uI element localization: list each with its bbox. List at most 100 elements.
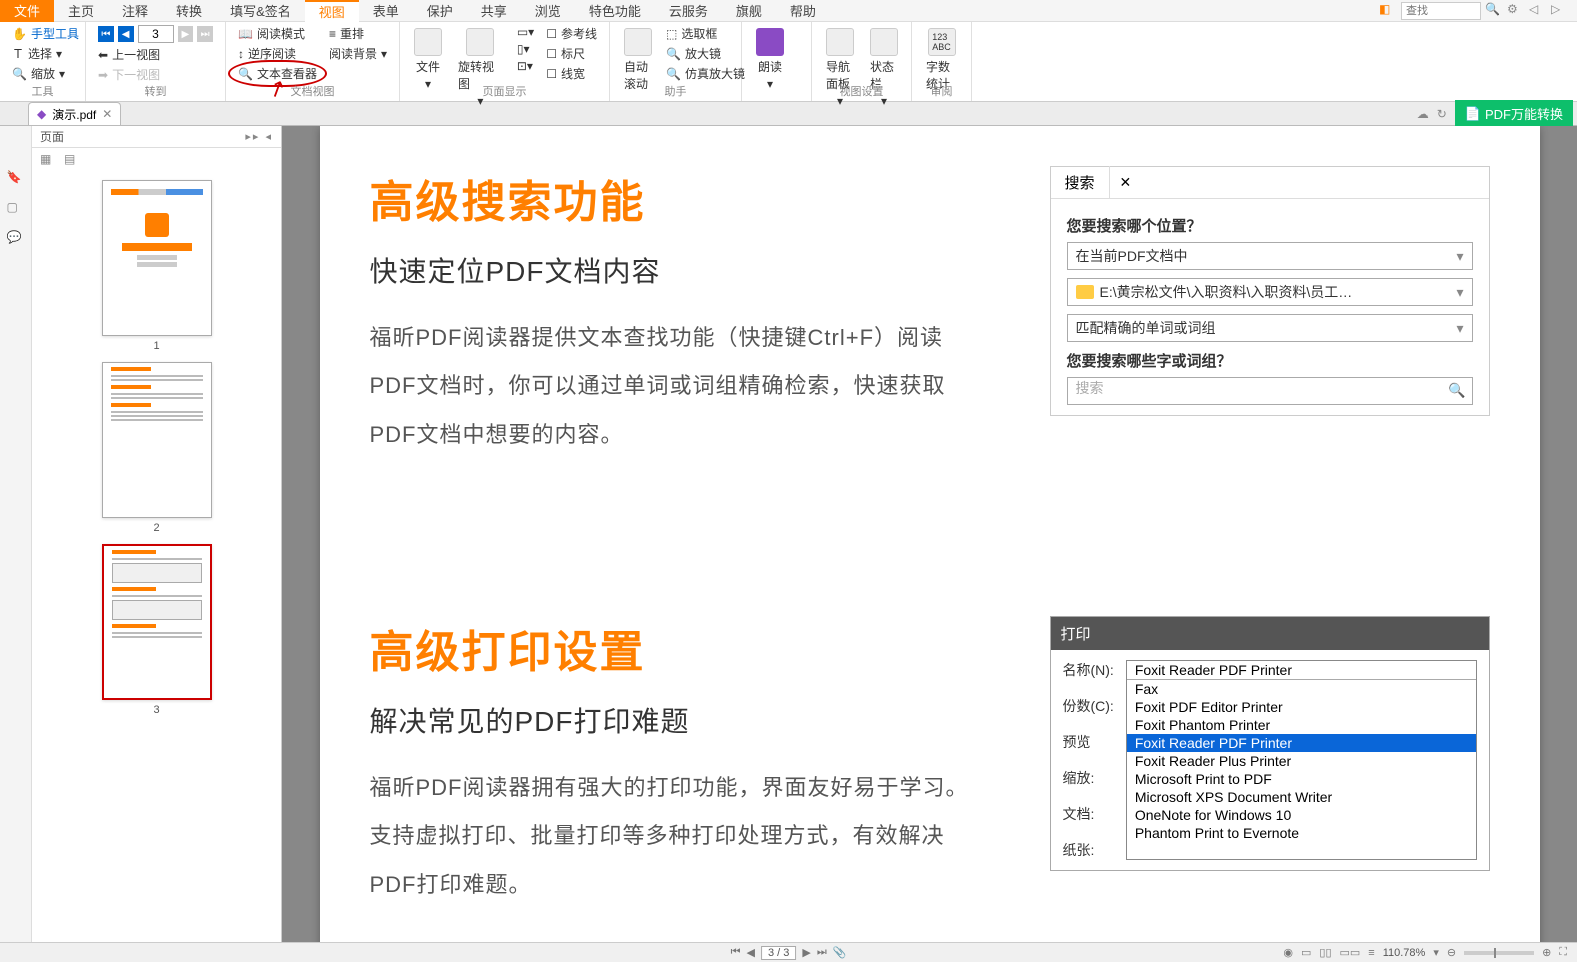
- thumbnail-2[interactable]: 2: [102, 362, 212, 534]
- ribbon-group-pagedisplay: 页面显示: [400, 83, 609, 99]
- sync-icon[interactable]: ↻: [1437, 107, 1447, 121]
- magnifier-button[interactable]: 🔍 放大镜: [662, 44, 749, 63]
- printer-option: Phantom Print to Evernote: [1127, 824, 1476, 842]
- sb-zoom-in[interactable]: ⊕: [1542, 946, 1551, 959]
- foxit-logo-icon: ◆: [37, 107, 46, 121]
- sb-last-page[interactable]: ⏭: [817, 946, 827, 959]
- thumb-tool-1[interactable]: ▦: [40, 152, 54, 166]
- folder-icon: [1076, 285, 1094, 299]
- sb-prev-page[interactable]: ◀: [746, 946, 754, 959]
- sb-first-page[interactable]: ⏮: [731, 946, 741, 959]
- cloud-icon[interactable]: ☁: [1417, 107, 1429, 121]
- sb-fullscreen[interactable]: ⛶: [1559, 946, 1567, 959]
- menu-tab-features[interactable]: 特色功能: [575, 0, 655, 22]
- sb-page-counter[interactable]: 3 / 3: [761, 946, 796, 960]
- first-page-button[interactable]: ⏮: [98, 26, 114, 42]
- last-page-button[interactable]: ⏭: [197, 26, 213, 42]
- workspace: 🔖 ▢ 💬 页面 ▸▸ ◂ ▦ ▤ 1 2 3: [0, 126, 1577, 942]
- menu-tab-browse[interactable]: 浏览: [521, 0, 575, 22]
- bookmark-icon[interactable]: ◧: [1379, 2, 1397, 20]
- sb-view-mode-1[interactable]: ◉: [1283, 946, 1293, 959]
- search-go-icon: 🔍: [1448, 382, 1465, 399]
- reverse-reading-button[interactable]: ↕ 逆序阅读: [234, 44, 321, 63]
- reading-mode-button[interactable]: 📖 阅读模式: [234, 24, 321, 43]
- sb-view-mode-2[interactable]: ▭: [1301, 946, 1311, 959]
- linewidth-label: 线宽: [561, 65, 585, 82]
- document-tab[interactable]: ◆ 演示.pdf ✕: [28, 102, 121, 125]
- close-tab-button[interactable]: ✕: [102, 107, 112, 121]
- next-view-button[interactable]: ➡ 下一视图: [94, 65, 217, 84]
- thumbnail-3[interactable]: 3: [102, 544, 212, 716]
- global-search-input[interactable]: [1401, 2, 1481, 20]
- caret-right-icon[interactable]: ▷: [1551, 2, 1569, 20]
- thumbnail-1[interactable]: 1: [102, 180, 212, 352]
- reading-bg-label: 阅读背景: [329, 45, 377, 62]
- select-button[interactable]: Ｔ 选择 ▾: [8, 44, 83, 63]
- menu-tab-help[interactable]: 帮助: [776, 0, 830, 22]
- zoom-button[interactable]: 🔍 缩放 ▾: [8, 64, 83, 83]
- menu-tab-fillsign[interactable]: 填写&签名: [216, 0, 305, 22]
- ribbon: ✋ 手型工具 Ｔ 选择 ▾ 🔍 缩放 ▾ 工具 ⏮ ◀ ▶ ⏭ ⬅ 上一视图 ➡…: [0, 22, 1577, 102]
- pages-panel-icon[interactable]: ▢: [7, 200, 25, 218]
- hand-tool-button[interactable]: ✋ 手型工具: [8, 24, 83, 43]
- reverse-reading-label: 逆序阅读: [248, 45, 296, 62]
- panel-controls[interactable]: ▸▸ ◂: [245, 130, 273, 143]
- print-label-zoom: 缩放:: [1063, 768, 1114, 788]
- printer-option: Foxit Phantom Printer: [1127, 716, 1476, 734]
- layout-continuous-button[interactable]: ▯▾: [513, 41, 538, 57]
- sb-view-mode-3[interactable]: ▯▯: [1319, 946, 1331, 959]
- gear-icon[interactable]: ⚙: [1507, 2, 1525, 20]
- guides-checkbox[interactable]: ☐ 参考线: [542, 24, 601, 43]
- pdf-convert-button[interactable]: 📄 PDF万能转换: [1455, 100, 1573, 127]
- menu-file[interactable]: 文件: [0, 0, 54, 22]
- menu-tab-home[interactable]: 主页: [54, 0, 108, 22]
- reading-bg-button[interactable]: 阅读背景 ▾: [325, 44, 391, 63]
- file-icon: [414, 28, 442, 56]
- print-label-preview: 预览: [1063, 732, 1114, 752]
- sb-zoom-slider[interactable]: [1464, 951, 1534, 955]
- sb-attachment-icon[interactable]: 📎: [833, 946, 847, 959]
- printer-list: Foxit Reader PDF Printer Fax Foxit PDF E…: [1126, 660, 1477, 860]
- prev-view-button[interactable]: ⬅ 上一视图: [94, 45, 217, 64]
- menu-tab-view[interactable]: 视图: [305, 0, 359, 22]
- hand-tool-label: 手型工具: [31, 25, 79, 42]
- loupe-button[interactable]: 🔍 仿真放大镜: [662, 64, 749, 83]
- menu-tab-convert[interactable]: 转换: [162, 0, 216, 22]
- menu-tab-cloud[interactable]: 云服务: [655, 0, 722, 22]
- printer-option: Foxit Reader Plus Printer: [1127, 752, 1476, 770]
- sb-zoom-out[interactable]: ⊖: [1447, 946, 1456, 959]
- sb-next-page[interactable]: ▶: [802, 946, 810, 959]
- bookmark-panel-icon[interactable]: 🔖: [7, 170, 25, 188]
- menu-tab-flagship[interactable]: 旗舰: [722, 0, 776, 22]
- print-label-paper: 纸张:: [1063, 840, 1114, 860]
- prev-page-button[interactable]: ◀: [118, 26, 134, 42]
- read-aloud-button[interactable]: 朗读▾: [750, 24, 790, 99]
- marquee-button[interactable]: ⬚ 选取框: [662, 24, 749, 43]
- layout-single-button[interactable]: ▭▾: [513, 24, 538, 40]
- menu-tab-comment[interactable]: 注释: [108, 0, 162, 22]
- linewidth-checkbox[interactable]: ☐ 线宽: [542, 64, 601, 83]
- sb-zoom-dropdown[interactable]: ▾: [1433, 946, 1439, 959]
- thumbnail-list[interactable]: 1 2 3: [32, 170, 281, 942]
- menu-tab-share[interactable]: 共享: [467, 0, 521, 22]
- sb-view-mode-4[interactable]: ▭▭: [1340, 946, 1361, 959]
- document-viewport[interactable]: 高级搜索功能 快速定位PDF文档内容 福昕PDF阅读器提供文本查找功能（快捷键C…: [282, 126, 1577, 942]
- status-bar: ⏮ ◀ 3 / 3 ▶ ⏭ 📎 ◉ ▭ ▯▯ ▭▭ ≡ 110.78% ▾ ⊖ …: [0, 942, 1577, 962]
- select-label: 选择: [28, 45, 52, 62]
- comments-panel-icon[interactable]: 💬: [7, 230, 25, 248]
- layout-fit-button[interactable]: ⊡▾: [513, 58, 538, 74]
- next-page-button[interactable]: ▶: [178, 26, 194, 42]
- search-location-select: 在当前PDF文档中: [1067, 242, 1473, 270]
- embedded-search-screenshot: 搜索 ✕ 您要搜索哪个位置？ 在当前PDF文档中 E:\黄宗松文件\入职资料\入…: [1050, 166, 1490, 416]
- menu-tab-form[interactable]: 表单: [359, 0, 413, 22]
- menu-tab-protect[interactable]: 保护: [413, 0, 467, 22]
- rearrange-button[interactable]: ≡ 重排: [325, 24, 391, 43]
- page-number-input[interactable]: [138, 25, 174, 43]
- ruler-checkbox[interactable]: ☐ 标尺: [542, 44, 601, 63]
- thumb-tool-2[interactable]: ▤: [64, 152, 78, 166]
- zoom-label: 缩放: [31, 65, 55, 82]
- printer-option: Microsoft XPS Document Writer: [1127, 788, 1476, 806]
- caret-left-icon[interactable]: ◁: [1529, 2, 1547, 20]
- sb-view-mode-5[interactable]: ≡: [1368, 947, 1374, 959]
- search-icon[interactable]: 🔍: [1485, 2, 1503, 20]
